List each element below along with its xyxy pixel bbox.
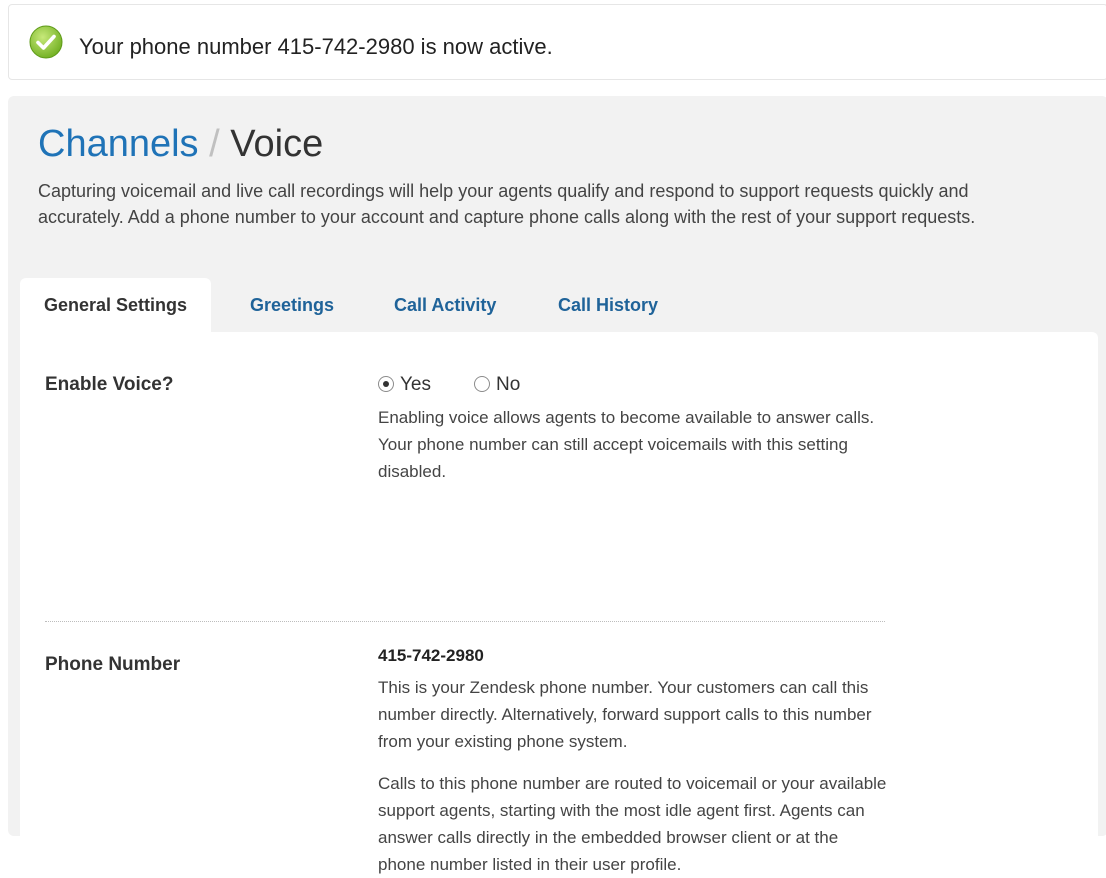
success-notice: Your phone number 415-742-2980 is now ac…	[8, 4, 1106, 80]
notice-message: Your phone number 415-742-2980 is now ac…	[79, 34, 553, 59]
breadcrumb-current: Voice	[230, 123, 324, 165]
phone-number-label: Phone Number	[45, 654, 181, 675]
tab-general-settings[interactable]: General Settings	[20, 278, 212, 332]
tab-greetings[interactable]: Greetings	[250, 278, 334, 332]
enable-voice-no-option[interactable]: No	[474, 372, 520, 398]
radio-no[interactable]	[474, 376, 490, 392]
breadcrumb-separator: /	[209, 123, 220, 165]
settings-content: Enable Voice? Yes No Enabling voice allo…	[20, 332, 1098, 874]
enable-voice-description: Enabling voice allows agents to become a…	[378, 408, 875, 481]
breadcrumb-channels[interactable]: Channels	[38, 123, 199, 165]
tab-call-history[interactable]: Call History	[558, 278, 658, 332]
radio-yes[interactable]	[378, 376, 394, 392]
page-description: Capturing voicemail and live call record…	[38, 181, 976, 227]
section-divider	[45, 621, 885, 622]
voice-panel: Channels / Voice Capturing voicemail and…	[8, 96, 1106, 874]
tab-call-activity[interactable]: Call Activity	[394, 278, 496, 332]
phone-number-description: This is your Zendesk phone number. Your …	[378, 678, 872, 751]
enable-voice-label: Enable Voice?	[45, 374, 174, 395]
phone-number-value: 415-742-2980	[378, 646, 484, 665]
radio-no-label: No	[496, 374, 521, 395]
check-circle-icon	[29, 25, 63, 59]
page-title: Channels / Voice	[38, 122, 323, 166]
enable-voice-yes-option[interactable]: Yes	[378, 372, 431, 398]
radio-yes-label: Yes	[400, 374, 431, 395]
phone-routing-description: Calls to this phone number are routed to…	[378, 774, 887, 874]
